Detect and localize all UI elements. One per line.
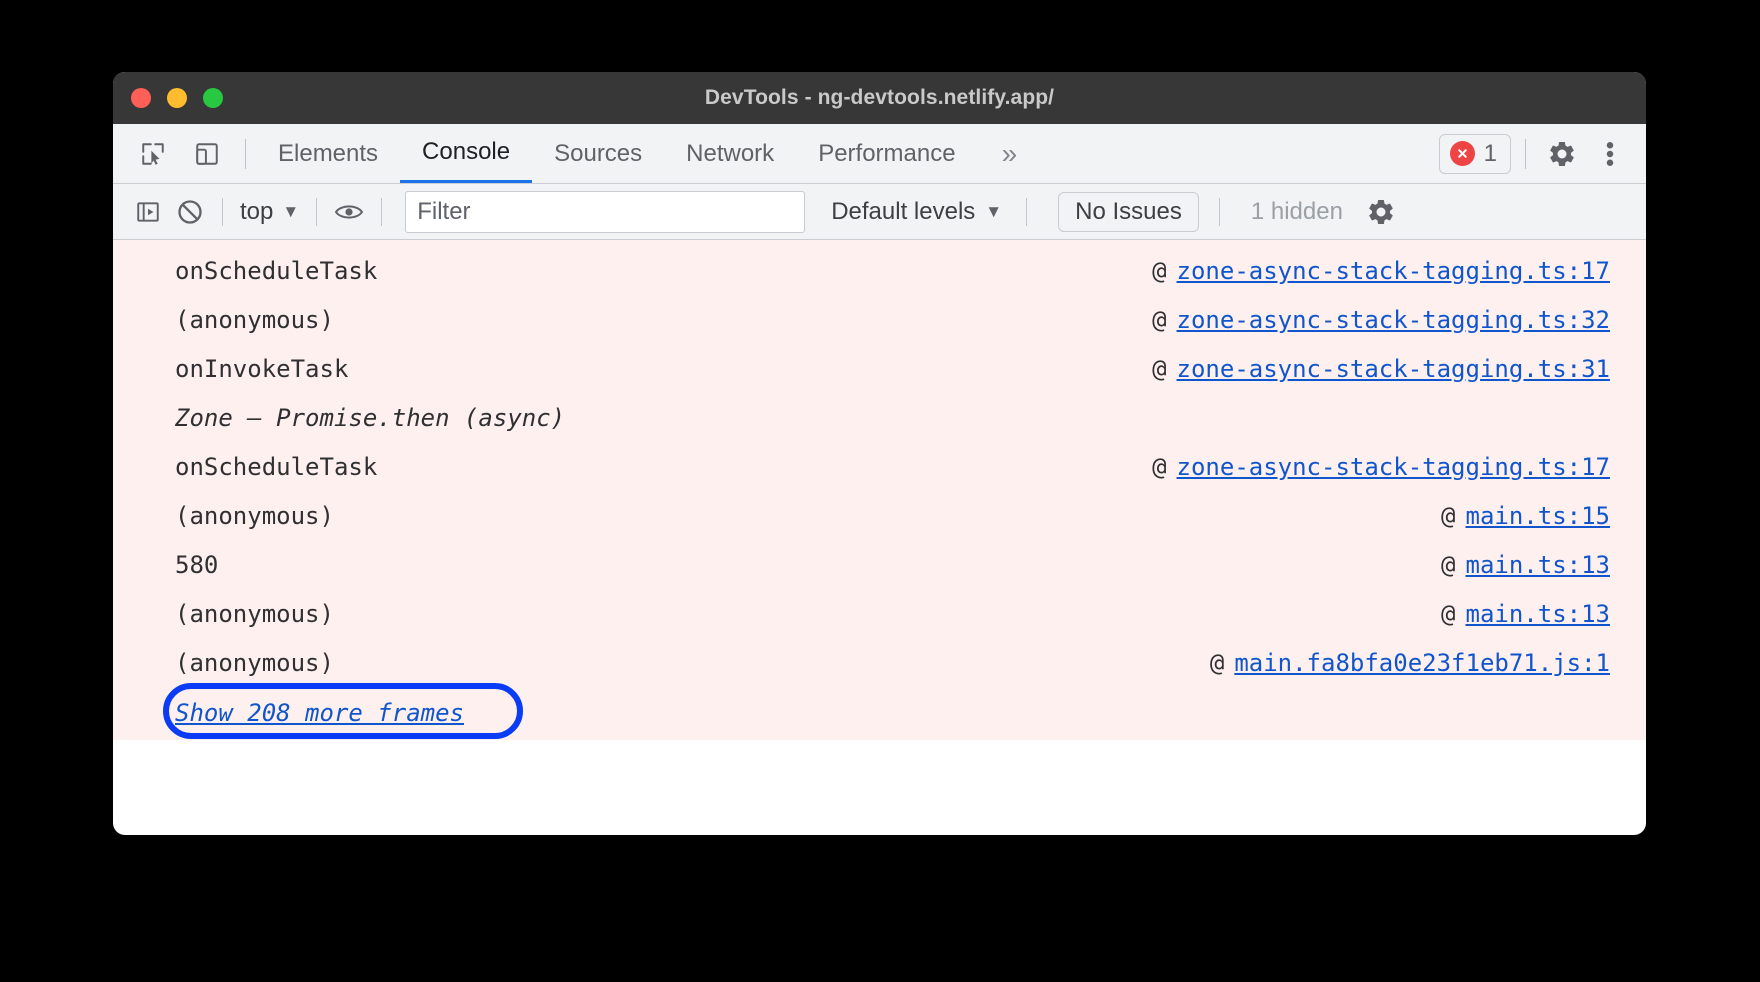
at-symbol: @	[1441, 600, 1455, 628]
at-symbol: @	[1152, 453, 1166, 481]
tabbar-tool-icons	[125, 124, 235, 183]
at-symbol: @	[1441, 551, 1455, 579]
maximize-window-button[interactable]	[203, 88, 223, 108]
async-boundary-row: Zone — Promise.then (async)	[113, 393, 1646, 442]
gear-icon[interactable]	[1540, 132, 1584, 176]
stack-function-name: onScheduleTask	[175, 453, 377, 481]
show-more-frames-row[interactable]: Show 208 more frames	[113, 687, 1646, 739]
close-window-button[interactable]	[131, 88, 151, 108]
stack-function-name: (anonymous)	[175, 600, 334, 628]
stack-source: @ main.ts:13	[1441, 551, 1610, 579]
source-link[interactable]: zone-async-stack-tagging.ts:31	[1177, 355, 1610, 383]
stack-frame-row[interactable]: onScheduleTask @ zone-async-stack-taggin…	[113, 246, 1646, 295]
stack-source: @ zone-async-stack-tagging.ts:31	[1152, 355, 1610, 383]
filter-input[interactable]	[405, 191, 805, 233]
stack-source: @ zone-async-stack-tagging.ts:17	[1152, 257, 1610, 285]
error-x-icon	[1450, 141, 1475, 166]
console-settings-gear-icon[interactable]	[1361, 192, 1401, 232]
error-count-label: 1	[1484, 140, 1497, 168]
stack-function-name: onScheduleTask	[175, 257, 377, 285]
console-sidebar-icon[interactable]	[127, 191, 169, 233]
at-symbol: @	[1152, 355, 1166, 383]
tabbar-right-divider	[1525, 139, 1526, 169]
stack-source: @ main.fa8bfa0e23f1eb71.js:1	[1210, 649, 1610, 677]
live-expression-eye-icon[interactable]	[328, 191, 370, 233]
at-symbol: @	[1152, 306, 1166, 334]
stack-frame-row[interactable]: (anonymous) @ main.fa8bfa0e23f1eb71.js:1	[113, 638, 1646, 687]
stack-source: @ main.ts:13	[1441, 600, 1610, 628]
stack-source: @ zone-async-stack-tagging.ts:32	[1152, 306, 1610, 334]
tab-console[interactable]: Console	[400, 124, 532, 183]
stack-function-name: (anonymous)	[175, 649, 334, 677]
at-symbol: @	[1441, 502, 1455, 530]
error-stack-group: onScheduleTask @ zone-async-stack-taggin…	[113, 240, 1646, 740]
issues-button[interactable]: No Issues	[1058, 192, 1199, 232]
device-toolbar-icon[interactable]	[185, 132, 229, 176]
toolbar-divider-4	[1026, 198, 1027, 226]
at-symbol: @	[1210, 649, 1224, 677]
tab-elements[interactable]: Elements	[256, 124, 400, 183]
chevron-down-icon: ▼	[282, 203, 299, 220]
window-title: DevTools - ng-devtools.netlify.app/	[113, 86, 1646, 110]
stack-function-name: (anonymous)	[175, 502, 334, 530]
stack-function-name: onInvokeTask	[175, 355, 348, 383]
console-toolbar: top ▼ Default levels ▼ No Issues 1 hidde…	[113, 184, 1646, 240]
stack-frame-row[interactable]: (anonymous) @ zone-async-stack-tagging.t…	[113, 295, 1646, 344]
traffic-lights	[131, 88, 223, 108]
stack-source: @ main.ts:15	[1441, 502, 1610, 530]
execution-context-selector[interactable]: top ▼	[234, 196, 305, 228]
stack-frame-row[interactable]: onScheduleTask @ zone-async-stack-taggin…	[113, 442, 1646, 491]
source-link[interactable]: main.ts:13	[1466, 551, 1611, 579]
toolbar-divider-2	[316, 198, 317, 226]
devtools-tabbar: Elements Console Sources Network Perform…	[113, 124, 1646, 184]
stack-function-name: 580	[175, 551, 218, 579]
tab-network[interactable]: Network	[664, 124, 796, 183]
more-tabs-icon[interactable]: »	[978, 124, 1042, 183]
hidden-messages-count: 1 hidden	[1251, 198, 1343, 226]
minimize-window-button[interactable]	[167, 88, 187, 108]
execution-context-label: top	[240, 198, 273, 226]
stack-frame-row[interactable]: (anonymous) @ main.ts:15	[113, 491, 1646, 540]
console-message-area[interactable]: onScheduleTask @ zone-async-stack-taggin…	[113, 240, 1646, 740]
clear-console-icon[interactable]	[169, 191, 211, 233]
source-link[interactable]: main.ts:13	[1466, 600, 1611, 628]
error-count-badge[interactable]: 1	[1439, 134, 1511, 174]
log-levels-selector[interactable]: Default levels ▼	[827, 196, 1006, 228]
toolbar-divider-1	[222, 198, 223, 226]
tab-performance[interactable]: Performance	[796, 124, 977, 183]
source-link[interactable]: zone-async-stack-tagging.ts:32	[1177, 306, 1610, 334]
source-link[interactable]: zone-async-stack-tagging.ts:17	[1177, 257, 1610, 285]
stack-function-name: (anonymous)	[175, 306, 334, 334]
tab-sources[interactable]: Sources	[532, 124, 664, 183]
async-boundary-label: Zone — Promise.then (async)	[175, 404, 565, 432]
tabbar-right-controls: 1	[1439, 124, 1646, 183]
source-link[interactable]: main.fa8bfa0e23f1eb71.js:1	[1234, 649, 1610, 677]
screenshot-root: DevTools - ng-devtools.netlify.app/	[0, 0, 1760, 982]
chevron-down-icon: ▼	[985, 203, 1002, 220]
stack-frame-row[interactable]: onInvokeTask @ zone-async-stack-tagging.…	[113, 344, 1646, 393]
devtools-window: DevTools - ng-devtools.netlify.app/	[113, 72, 1646, 835]
tabbar-divider	[245, 139, 246, 169]
log-levels-label: Default levels	[831, 198, 975, 226]
stack-frame-row[interactable]: (anonymous) @ main.ts:13	[113, 589, 1646, 638]
source-link[interactable]: main.ts:15	[1466, 502, 1611, 530]
inspect-cursor-icon[interactable]	[131, 132, 175, 176]
source-link[interactable]: zone-async-stack-tagging.ts:17	[1177, 453, 1610, 481]
window-titlebar: DevTools - ng-devtools.netlify.app/	[113, 72, 1646, 124]
at-symbol: @	[1152, 257, 1166, 285]
toolbar-divider-5	[1219, 198, 1220, 226]
stack-frame-row[interactable]: 580 @ main.ts:13	[113, 540, 1646, 589]
show-more-frames-link[interactable]: Show 208 more frames	[175, 699, 464, 727]
kebab-menu-icon[interactable]	[1588, 132, 1632, 176]
stack-source: @ zone-async-stack-tagging.ts:17	[1152, 453, 1610, 481]
toolbar-divider-3	[381, 198, 382, 226]
devtools-tab-list: Elements Console Sources Network Perform…	[256, 124, 1041, 183]
